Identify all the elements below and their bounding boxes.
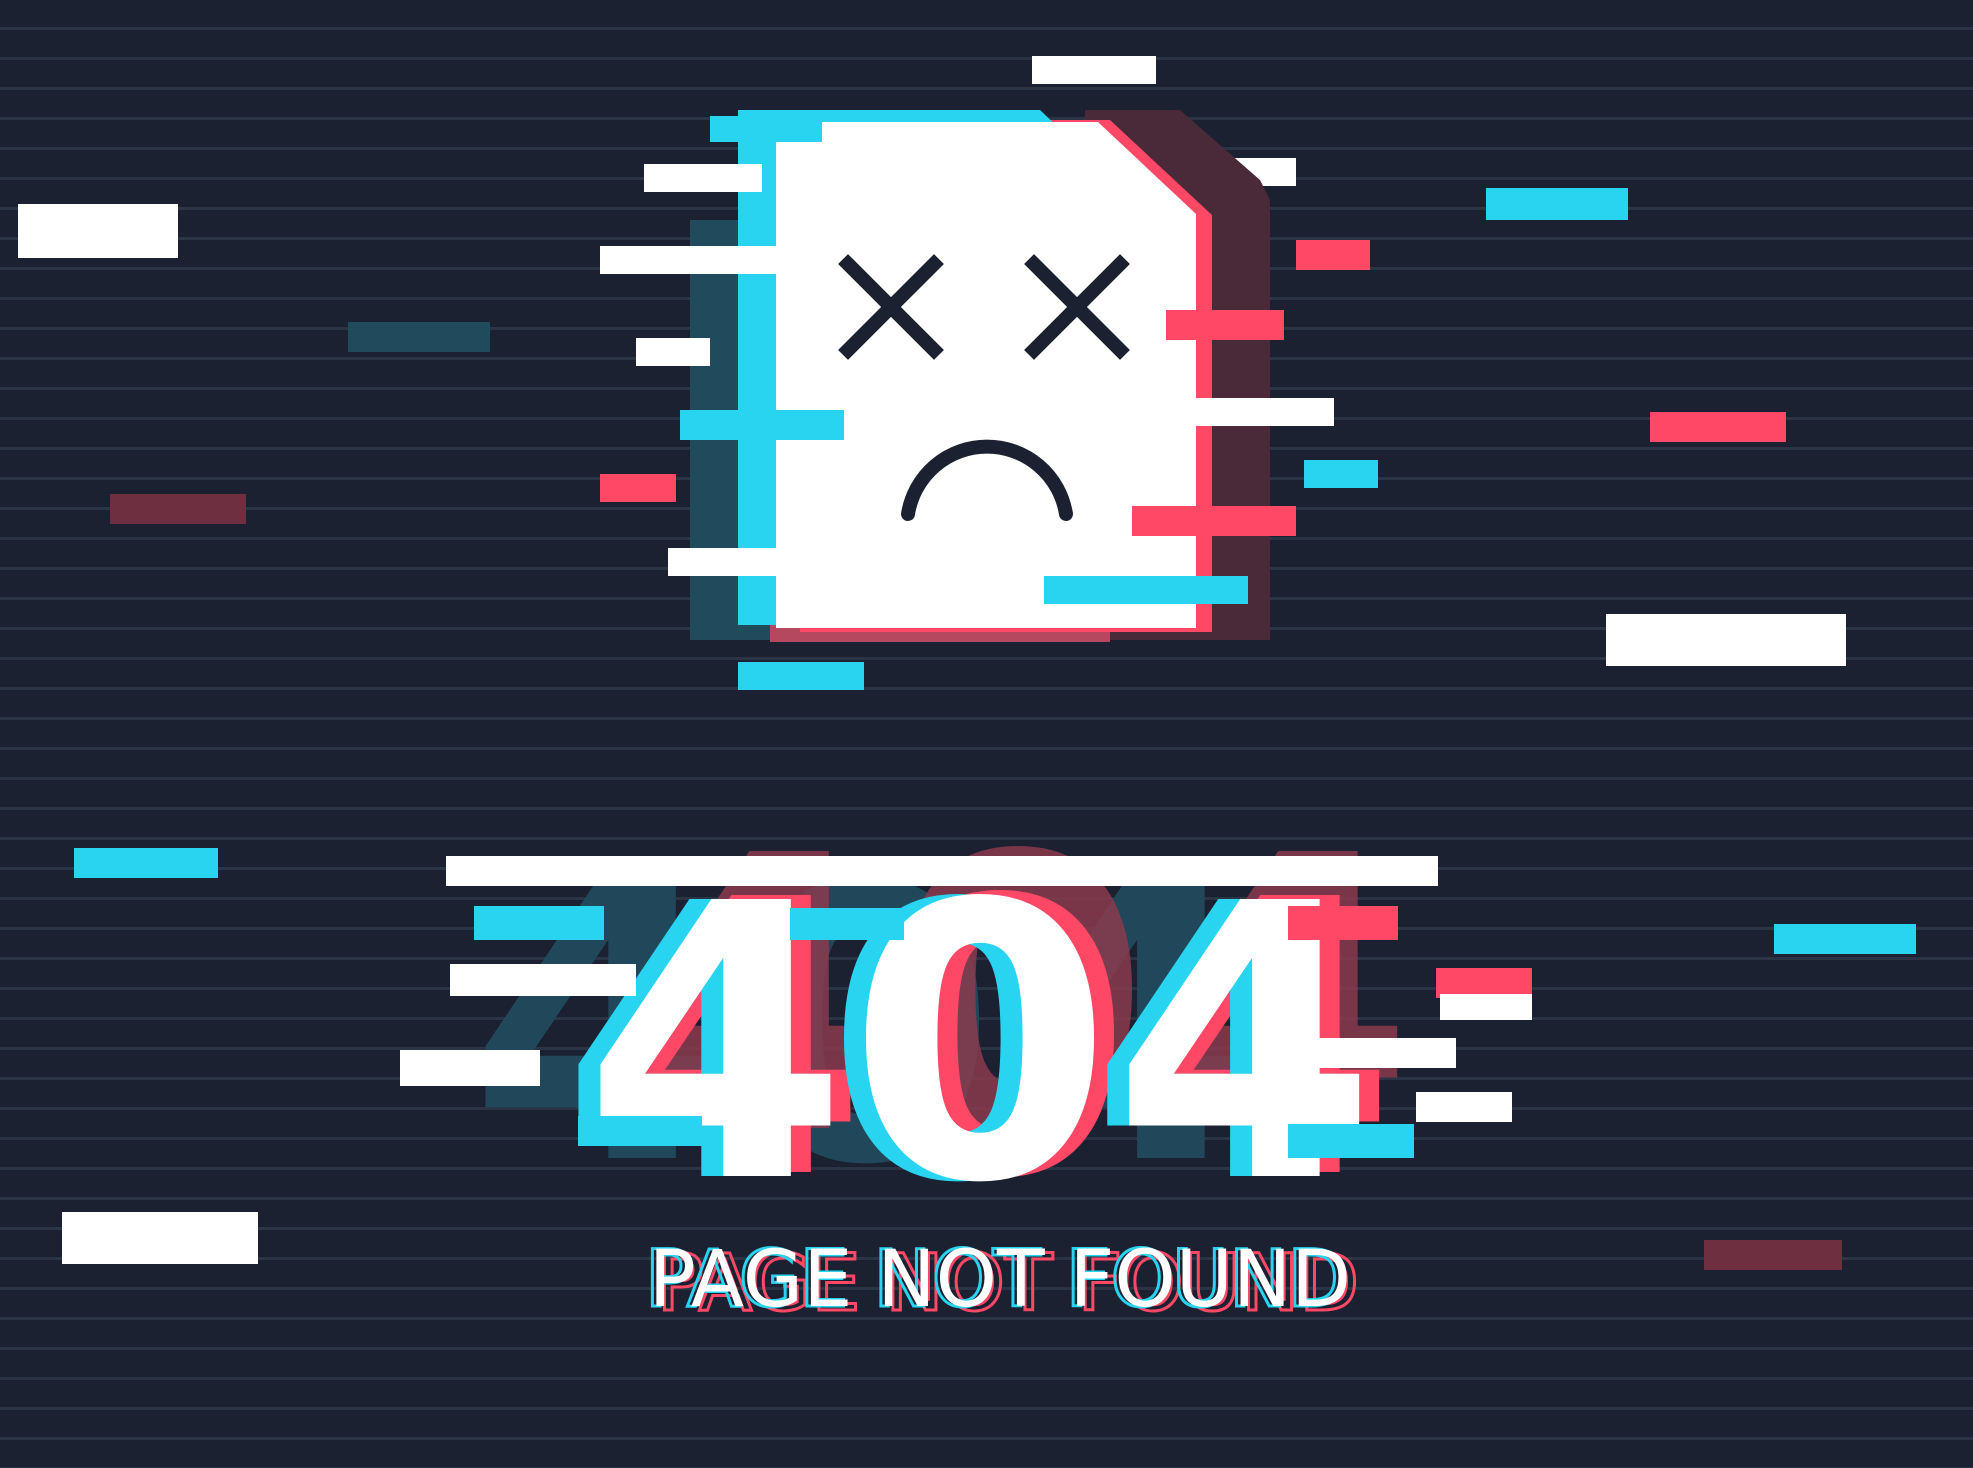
glitch-bar bbox=[1288, 906, 1398, 940]
glitch-bar bbox=[400, 1050, 540, 1086]
glitch-bar bbox=[474, 906, 604, 940]
glitch-bar bbox=[450, 964, 636, 996]
error-code: 404 bbox=[583, 823, 1376, 1266]
glitch-bar bbox=[1440, 994, 1532, 1020]
error-page: 404 404 404 404 404 PAGE NOT FOUND PAGE … bbox=[0, 0, 1973, 1468]
error-message: PAGE NOT FOUND bbox=[649, 1235, 1352, 1325]
glitch-bar bbox=[1416, 1092, 1512, 1122]
glitch-bar bbox=[446, 856, 1438, 886]
glitch-bar bbox=[578, 1116, 702, 1146]
glitch-bar bbox=[1288, 1124, 1414, 1158]
glitch-bar bbox=[1290, 1038, 1456, 1068]
error-code-graphic: 404 404 404 404 404 PAGE NOT FOUND PAGE … bbox=[400, 775, 1532, 1331]
glitch-bar bbox=[790, 908, 904, 940]
glitch-bar bbox=[1436, 968, 1532, 998]
